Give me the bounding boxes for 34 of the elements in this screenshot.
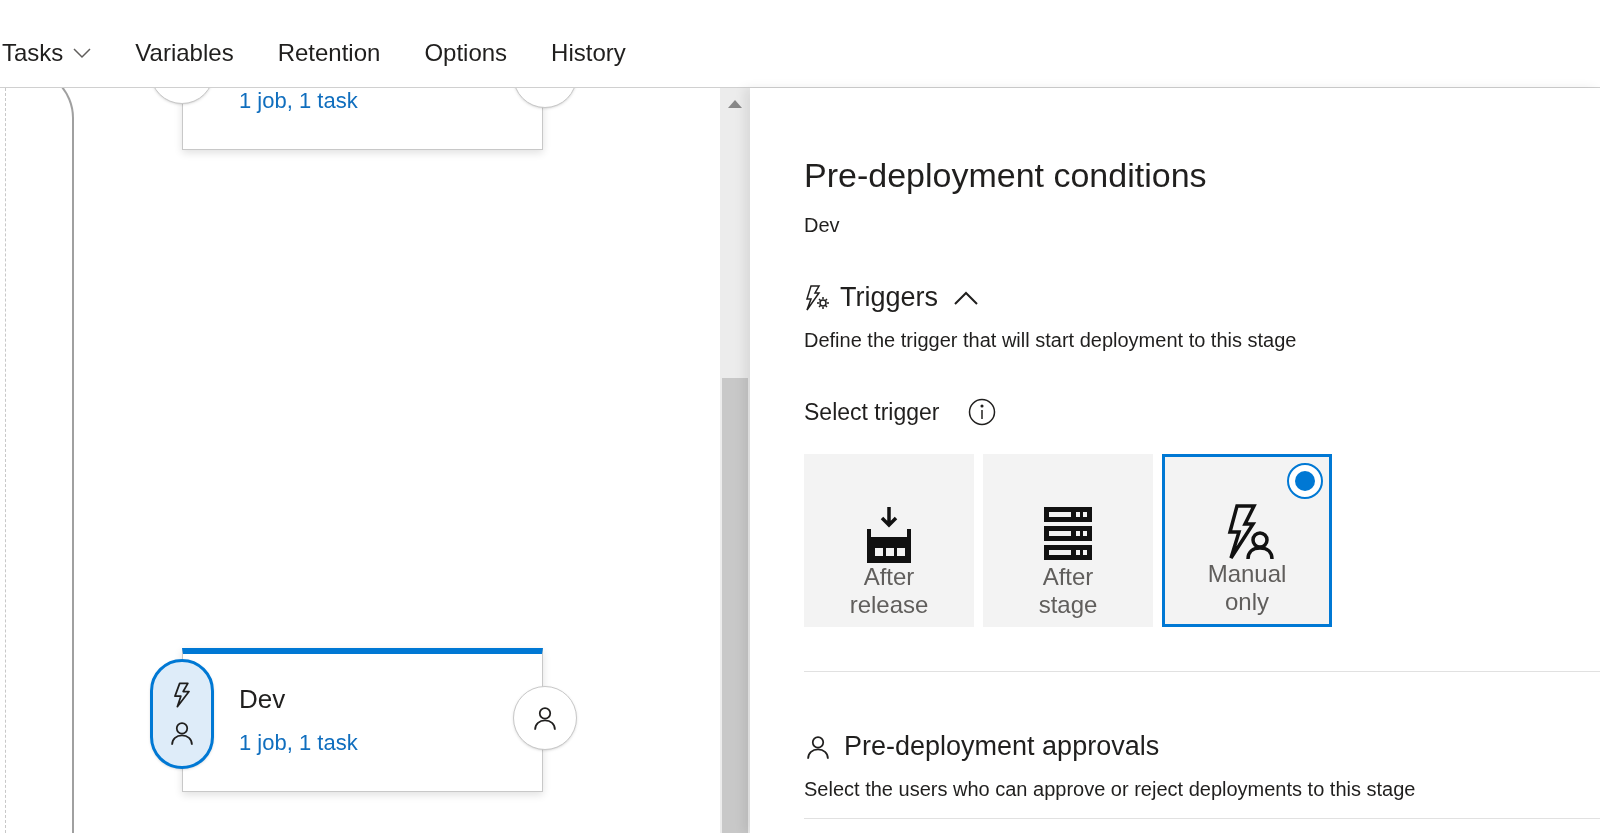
chevron-icon [954,290,979,305]
person-icon [531,704,559,732]
server-stack-icon [1044,506,1092,563]
panel-subtitle: Dev [804,213,841,238]
section-title: Pre-deployment approvals [844,733,1160,760]
section-description: Select the users who can approve or reject deployments to this stage [804,776,1417,802]
nav-tab[interactable]: Tasks [2,41,92,65]
stage-card[interactable]: Dev 1 job, 1 task [150,648,577,792]
panel-title: Pre-deployment conditions [804,158,1208,192]
lightning-gear-icon [804,284,830,311]
select-trigger-label: Select trigger [804,398,940,427]
stage-name: Dev [239,686,286,712]
pre-deployment-conditions-button[interactable] [150,659,214,769]
nav-tab[interactable]: History [551,41,626,65]
section-title: Triggers [840,284,939,311]
nav-tab[interactable]: Retention [277,41,381,65]
info-icon[interactable] [967,398,996,427]
trigger-option[interactable]: After stage [983,453,1153,627]
stage-summary-link[interactable]: 1 job, 1 task [239,90,358,112]
nav-tab[interactable]: Variables [135,41,234,65]
section-description: Define the trigger that will start deployment to this stage [804,328,1298,353]
nav-tab[interactable]: Options [424,41,508,65]
scrollbar[interactable] [720,88,750,833]
download-building-icon [865,506,913,563]
scroll-up-icon [728,100,742,108]
scrollbar-thumb[interactable] [722,378,748,833]
radio-button[interactable] [1287,462,1323,499]
collapse-button[interactable] [954,290,979,305]
stage-summary-link[interactable]: 1 job, 1 task [239,732,358,754]
chevron-down-icon [73,47,92,59]
trigger-option[interactable]: Manual only [1162,453,1332,627]
trigger-option[interactable]: After release [804,453,974,627]
post-deployment-conditions-button[interactable] [513,686,577,750]
person-icon [168,719,196,747]
